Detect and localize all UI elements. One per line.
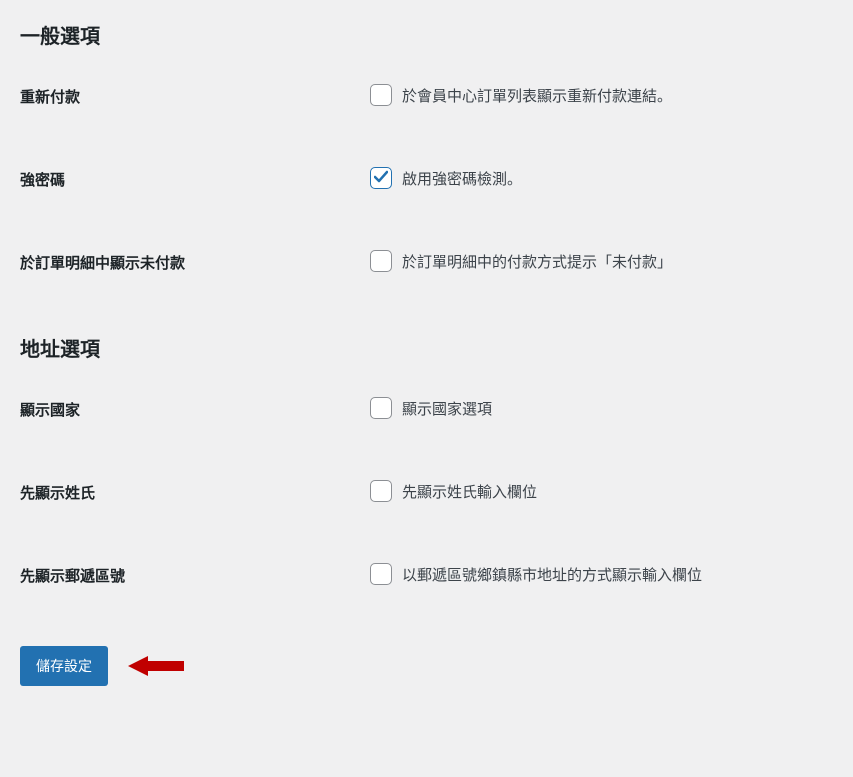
checkbox-wrapper-unpaid [370, 250, 392, 272]
checkbox-wrapper-lastname-first [370, 480, 392, 502]
label-lastname-first: 先顯示姓氏 [20, 480, 370, 503]
control-lastname-first: 先顯示姓氏輸入欄位 [370, 480, 537, 502]
label-repay: 重新付款 [20, 84, 370, 107]
label-show-country: 顯示國家 [20, 397, 370, 420]
control-show-country: 顯示國家選項 [370, 397, 492, 419]
desc-show-country: 顯示國家選項 [402, 398, 492, 419]
desc-lastname-first: 先顯示姓氏輸入欄位 [402, 481, 537, 502]
arrow-indicator-icon [128, 655, 184, 677]
address-section-title: 地址選項 [20, 333, 833, 362]
checkbox-wrapper-show-country [370, 397, 392, 419]
checkbox-repay[interactable] [370, 84, 392, 106]
checkbox-wrapper-repay [370, 84, 392, 106]
general-section-title: 一般選項 [20, 20, 833, 49]
control-unpaid: 於訂單明細中的付款方式提示「未付款」 [370, 250, 672, 272]
row-postcode-first: 先顯示郵遞區號 以郵遞區號鄉鎮縣市地址的方式顯示輸入欄位 [20, 563, 833, 586]
checkbox-show-country[interactable] [370, 397, 392, 419]
label-strong-password: 強密碼 [20, 167, 370, 190]
label-postcode-first: 先顯示郵遞區號 [20, 563, 370, 586]
desc-postcode-first: 以郵遞區號鄉鎮縣市地址的方式顯示輸入欄位 [402, 564, 702, 585]
row-repay: 重新付款 於會員中心訂單列表顯示重新付款連結。 [20, 84, 833, 107]
save-button[interactable]: 儲存設定 [20, 646, 108, 686]
checkbox-wrapper-postcode-first [370, 563, 392, 585]
checkbox-strong-password[interactable] [370, 167, 392, 189]
row-show-country: 顯示國家 顯示國家選項 [20, 397, 833, 420]
row-lastname-first: 先顯示姓氏 先顯示姓氏輸入欄位 [20, 480, 833, 503]
desc-repay: 於會員中心訂單列表顯示重新付款連結。 [402, 85, 672, 106]
row-strong-password: 強密碼 啟用強密碼檢測。 [20, 167, 833, 190]
desc-unpaid: 於訂單明細中的付款方式提示「未付款」 [402, 251, 672, 272]
row-unpaid: 於訂單明細中顯示未付款 於訂單明細中的付款方式提示「未付款」 [20, 250, 833, 273]
desc-strong-password: 啟用強密碼檢測。 [402, 168, 522, 189]
control-postcode-first: 以郵遞區號鄉鎮縣市地址的方式顯示輸入欄位 [370, 563, 702, 585]
control-repay: 於會員中心訂單列表顯示重新付款連結。 [370, 84, 672, 106]
checkbox-postcode-first[interactable] [370, 563, 392, 585]
checkbox-unpaid[interactable] [370, 250, 392, 272]
label-unpaid: 於訂單明細中顯示未付款 [20, 250, 370, 273]
checkbox-lastname-first[interactable] [370, 480, 392, 502]
control-strong-password: 啟用強密碼檢測。 [370, 167, 522, 189]
button-row: 儲存設定 [20, 646, 833, 686]
checkbox-wrapper-strong-password [370, 167, 392, 189]
